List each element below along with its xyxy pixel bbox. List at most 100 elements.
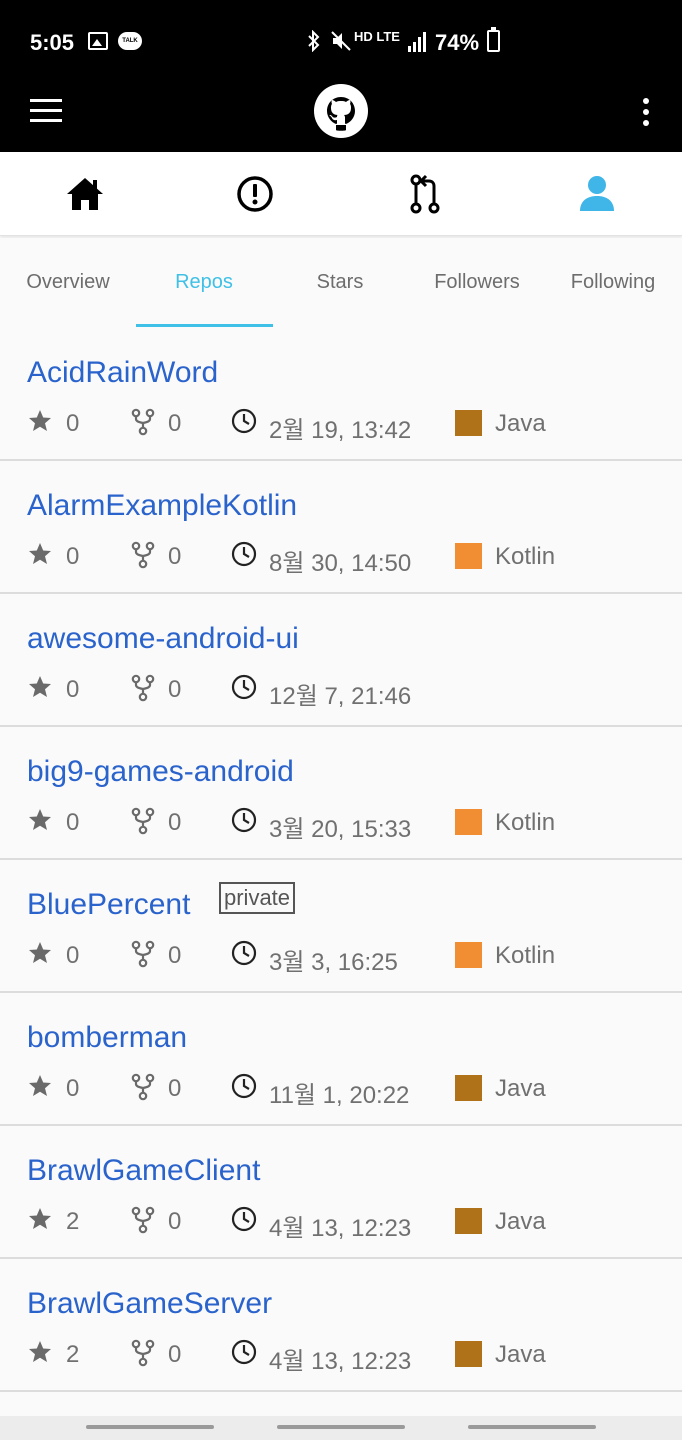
repo-meta: 0 0 3월 20, 15:33 Kotlin <box>27 807 677 843</box>
gesture-line <box>277 1425 405 1429</box>
star-count: 0 <box>66 809 80 836</box>
language-name: Java <box>495 1341 546 1368</box>
star-icon <box>29 543 51 564</box>
updated-time: 3월 20, 15:33 <box>269 816 412 843</box>
fork-icon <box>131 807 155 835</box>
repo-row[interactable]: big9-games-android 0 0 3월 20, 15:33 Kotl… <box>0 727 682 860</box>
repo-name[interactable]: AlarmExampleKotlin <box>27 489 297 523</box>
language-color-swatch <box>455 543 482 569</box>
repo-name[interactable]: BluePercent <box>27 888 190 922</box>
fork-count: 0 <box>168 809 182 836</box>
star-icon <box>29 1075 51 1096</box>
star-count: 2 <box>66 1341 80 1368</box>
repo-row[interactable]: BrawlGameClient 2 0 4월 13, 12:23 Java <box>0 1126 682 1259</box>
repo-meta: 0 0 11월 1, 20:22 Java <box>27 1073 677 1109</box>
repo-name[interactable]: awesome-android-ui <box>27 622 299 656</box>
star-count: 0 <box>66 543 80 570</box>
updated-time: 12월 7, 21:46 <box>269 683 412 710</box>
updated-time: 11월 1, 20:22 <box>269 1082 410 1109</box>
language-name: Kotlin <box>495 543 556 570</box>
status-bar: 5:05 TALK HD LTE 74% <box>0 0 682 84</box>
tab-stars[interactable]: Stars <box>272 238 408 328</box>
language-name: Java <box>495 410 546 437</box>
clock-icon <box>231 674 257 700</box>
repo-row[interactable]: BrawlGameServer 2 0 4월 13, 12:23 Java <box>0 1259 682 1392</box>
repo-meta: 0 0 12월 7, 21:46 <box>27 674 677 710</box>
issues-icon <box>237 176 273 212</box>
updated-time: 4월 13, 12:23 <box>269 1348 412 1375</box>
hamburger-menu-icon[interactable] <box>30 98 64 128</box>
repo-name[interactable]: bomberman <box>27 1021 187 1055</box>
tab-repos[interactable]: Repos <box>136 238 272 328</box>
more-vert-icon[interactable] <box>636 96 656 130</box>
star-icon <box>29 410 51 431</box>
repo-meta: 0 0 2월 19, 13:42 Java <box>27 408 677 444</box>
gesture-line <box>86 1425 214 1429</box>
nav-pull-requests[interactable] <box>340 152 510 236</box>
profile-tabs: Overview Repos Stars Followers Following <box>0 238 682 328</box>
language-name: Kotlin <box>495 942 556 969</box>
pull-request-icon <box>410 174 440 214</box>
fork-count: 0 <box>168 543 182 570</box>
fork-count: 0 <box>168 1208 182 1235</box>
mute-icon <box>331 31 351 51</box>
private-badge: private <box>219 882 296 914</box>
updated-time: 8월 30, 14:50 <box>269 550 412 577</box>
language-color-swatch <box>455 942 482 968</box>
clock-icon <box>231 1073 257 1099</box>
language-name: Java <box>495 1208 546 1235</box>
repo-meta: 2 0 4월 13, 12:23 Java <box>27 1339 677 1375</box>
star-count: 2 <box>66 1208 80 1235</box>
profile-icon <box>580 176 614 211</box>
language-color-swatch <box>455 1208 482 1234</box>
fork-icon <box>131 674 155 702</box>
github-logo-icon <box>314 84 368 138</box>
nav-profile[interactable] <box>512 152 682 236</box>
fork-icon <box>131 541 155 569</box>
gesture-line <box>468 1425 596 1429</box>
fork-count: 0 <box>168 1341 182 1368</box>
fork-icon <box>131 408 155 436</box>
bluetooth-icon <box>308 30 320 52</box>
tab-followers[interactable]: Followers <box>409 238 545 328</box>
network-type: HD LTE <box>354 29 400 44</box>
star-count: 0 <box>66 1075 80 1102</box>
app-bar <box>0 84 682 152</box>
language-color-swatch <box>455 1341 482 1367</box>
star-icon <box>29 942 51 963</box>
star-icon <box>29 1208 51 1229</box>
repo-row[interactable]: bomberman 0 0 11월 1, 20:22 Java <box>0 993 682 1126</box>
fork-count: 0 <box>168 942 182 969</box>
star-icon <box>29 1341 51 1362</box>
repo-row[interactable]: AlarmExampleKotlin 0 0 8월 30, 14:50 Kotl… <box>0 461 682 594</box>
star-count: 0 <box>66 676 80 703</box>
status-time: 5:05 <box>30 30 75 55</box>
repo-row[interactable]: BluePercent private 0 0 3월 3, 16:25 Kotl… <box>0 860 682 993</box>
battery-icon <box>487 27 500 52</box>
nav-issues[interactable] <box>170 152 340 236</box>
star-icon <box>29 676 51 697</box>
clock-icon <box>231 1206 257 1232</box>
clock-icon <box>231 541 257 567</box>
gesture-bar <box>0 1416 682 1440</box>
repo-meta: 0 0 3월 3, 16:25 Kotlin <box>27 940 677 976</box>
repo-name[interactable]: BrawlGameServer <box>27 1287 272 1321</box>
language-color-swatch <box>455 809 482 835</box>
fork-icon <box>131 1339 155 1367</box>
fork-icon <box>131 1206 155 1234</box>
tab-following[interactable]: Following <box>545 238 681 328</box>
updated-time: 3월 3, 16:25 <box>269 949 398 976</box>
repo-name[interactable]: BrawlGameClient <box>27 1154 260 1188</box>
nav-home[interactable] <box>0 152 170 236</box>
repo-name[interactable]: big9-games-android <box>27 755 294 789</box>
tab-overview[interactable]: Overview <box>0 238 136 328</box>
repo-row[interactable]: awesome-android-ui 0 0 12월 7, 21:46 <box>0 594 682 727</box>
repo-name[interactable]: AcidRainWord <box>27 356 218 390</box>
fork-count: 0 <box>168 676 182 703</box>
updated-time: 2월 19, 13:42 <box>269 417 412 444</box>
repo-row[interactable]: AcidRainWord 0 0 2월 19, 13:42 Java <box>0 328 682 461</box>
repo-list: AcidRainWord 0 0 2월 19, 13:42 Java Alarm… <box>0 328 682 1392</box>
clock-icon <box>231 807 257 833</box>
fork-count: 0 <box>168 410 182 437</box>
language-color-swatch <box>455 410 482 436</box>
